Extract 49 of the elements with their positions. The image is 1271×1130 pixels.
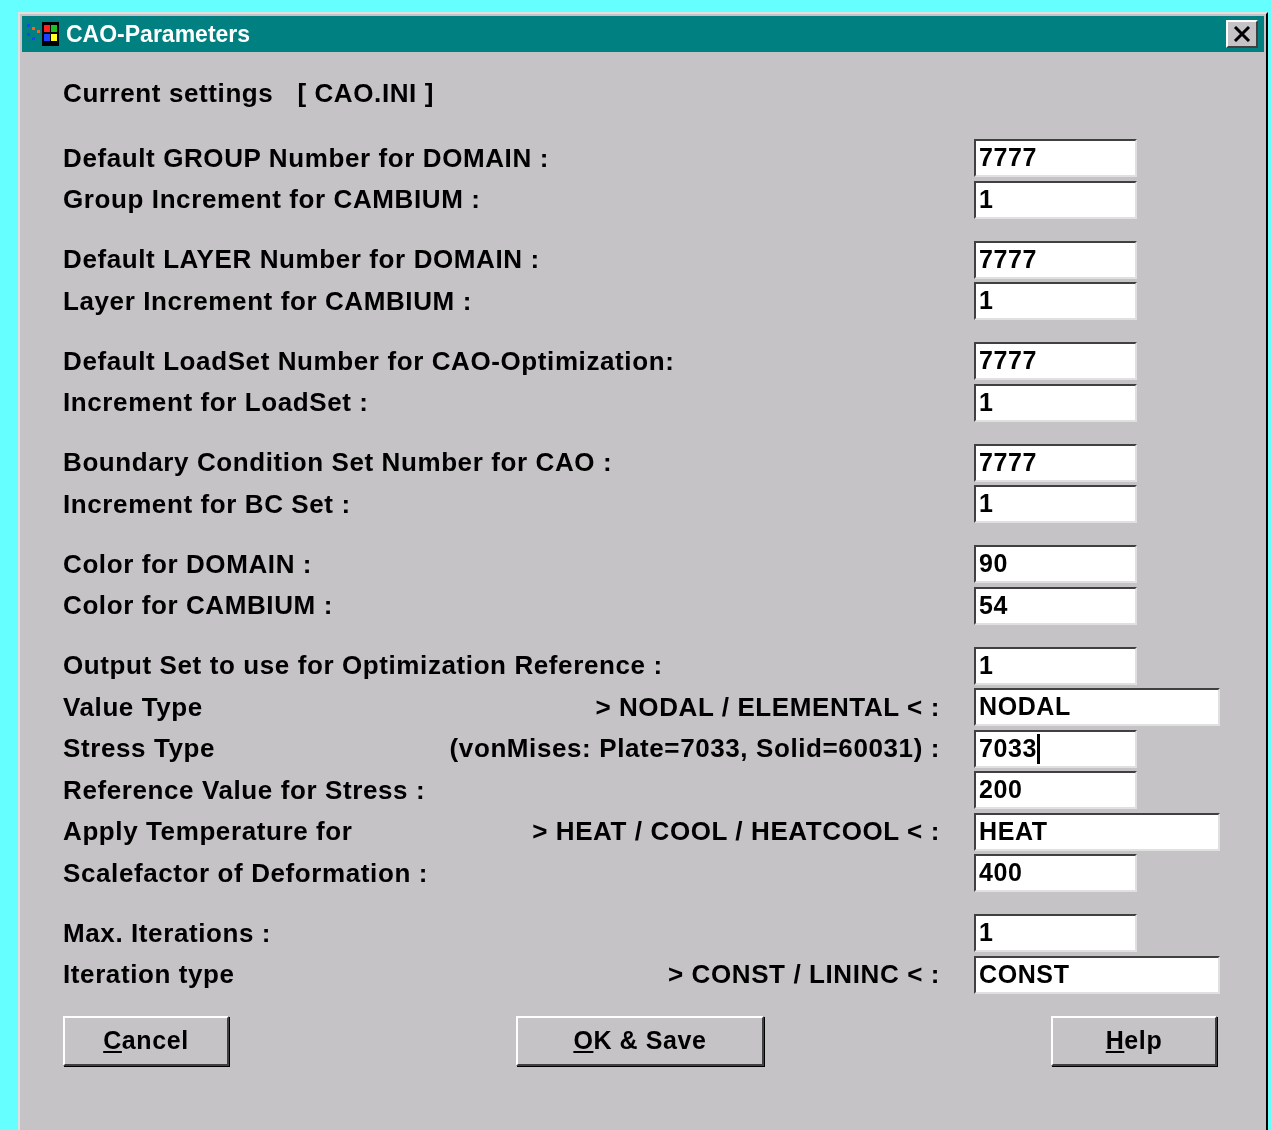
field-label: Max. Iterations : bbox=[63, 916, 272, 950]
field-label: Value Type bbox=[63, 690, 203, 724]
close-icon bbox=[1233, 26, 1251, 42]
field-label: Increment for BC Set : bbox=[63, 487, 351, 521]
field-label: Color for DOMAIN : bbox=[63, 547, 313, 581]
input-field[interactable]: 7777 bbox=[974, 139, 1137, 177]
field-label: Iteration type bbox=[63, 958, 235, 991]
field-hint: > HEAT / COOL / HEATCOOL < : bbox=[532, 815, 940, 848]
field-label: Increment for LoadSet : bbox=[63, 386, 369, 419]
input-field[interactable]: 1 bbox=[974, 282, 1137, 320]
field-hint: > NODAL / ELEMENTAL < : bbox=[595, 690, 940, 724]
field-label: Layer Increment for CAMBIUM : bbox=[63, 284, 472, 318]
input-field[interactable]: HEAT bbox=[974, 812, 1220, 851]
close-button[interactable] bbox=[1226, 20, 1258, 48]
field-label: Output Set to use for Optimization Reference : bbox=[63, 649, 663, 682]
input-field[interactable]: 7033 bbox=[974, 729, 1137, 768]
field-label: Default LAYER Number for DOMAIN : bbox=[63, 243, 540, 276]
input-field[interactable]: 54 bbox=[974, 586, 1137, 625]
field-label: Scalefactor of Deformation : bbox=[63, 856, 428, 890]
field-label: Default GROUP Number for DOMAIN : bbox=[63, 141, 549, 175]
dialog-button[interactable]: Help bbox=[1051, 1015, 1217, 1066]
field-label: Stress Type bbox=[63, 732, 216, 765]
field-label: Boundary Condition Set Number for CAO : bbox=[63, 446, 613, 479]
input-field[interactable]: 1 bbox=[974, 914, 1137, 952]
input-field[interactable]: 7777 bbox=[974, 240, 1137, 279]
field-label: Color for CAMBIUM : bbox=[63, 589, 333, 622]
dialog-button[interactable]: Cancel bbox=[63, 1015, 229, 1066]
input-field[interactable]: 1 bbox=[974, 485, 1137, 523]
input-field[interactable]: 90 bbox=[974, 545, 1137, 583]
input-field[interactable]: 1 bbox=[974, 383, 1137, 422]
input-field[interactable]: 200 bbox=[974, 771, 1137, 809]
input-field[interactable]: 7777 bbox=[974, 342, 1137, 380]
input-field[interactable]: NODAL bbox=[974, 688, 1220, 726]
field-hint: (vonMises: Plate=7033, Solid=60031) : bbox=[449, 732, 940, 765]
window-title: CAO-Parameters bbox=[66, 19, 251, 49]
input-field[interactable]: 7777 bbox=[974, 443, 1137, 482]
field-hint: > CONST / LININC < : bbox=[667, 958, 940, 991]
app-icon bbox=[26, 21, 60, 47]
settings-label: Current settings bbox=[63, 77, 274, 110]
field-label: Apply Temperature for bbox=[63, 815, 353, 848]
settings-file: [ CAO.INI ] bbox=[297, 77, 434, 110]
field-label: Group Increment for CAMBIUM : bbox=[63, 183, 481, 216]
input-field[interactable]: 400 bbox=[974, 854, 1137, 892]
field-label: Default LoadSet Number for CAO-Optimization: bbox=[63, 344, 675, 378]
dialog-button[interactable]: OK & Save bbox=[516, 1015, 764, 1066]
input-field[interactable]: CONST bbox=[974, 955, 1220, 994]
input-field[interactable]: 1 bbox=[974, 180, 1137, 219]
field-label: Reference Value for Stress : bbox=[63, 773, 426, 807]
input-field[interactable]: 1 bbox=[974, 646, 1137, 685]
